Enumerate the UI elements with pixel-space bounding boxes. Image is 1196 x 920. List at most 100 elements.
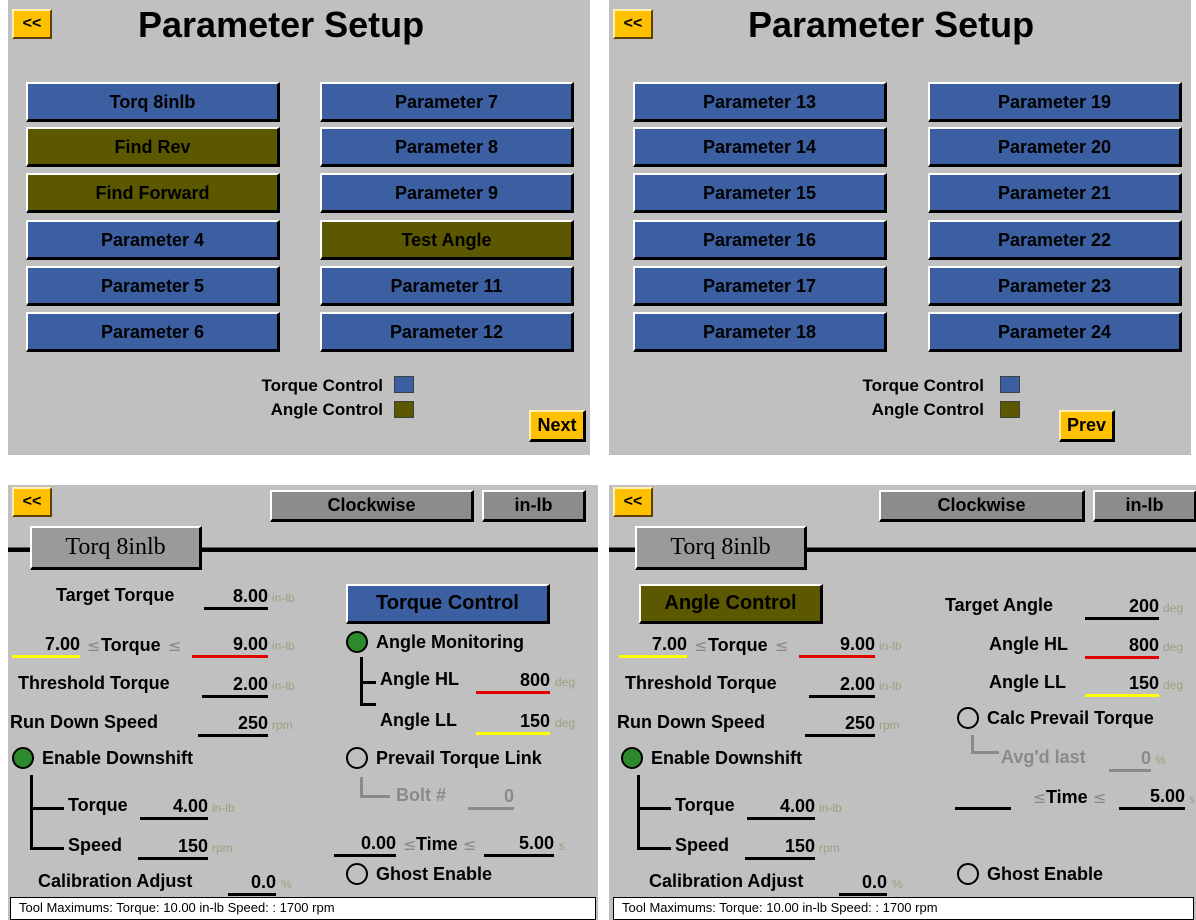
direction-button[interactable]: Clockwise	[270, 490, 474, 522]
next-button[interactable]: Next	[529, 410, 586, 442]
avg-last-value[interactable]: 0	[1109, 747, 1151, 772]
prev-button[interactable]: Prev	[1059, 410, 1115, 442]
downshift-torque-value[interactable]: 4.00	[747, 795, 815, 820]
calibration-adjust-value[interactable]: 0.0	[839, 871, 887, 896]
torque-high-value[interactable]: 9.00	[799, 633, 875, 658]
le-symbol: ≤	[694, 636, 708, 655]
enable-downshift-radio[interactable]	[621, 747, 643, 769]
parameter-button[interactable]: Parameter 9	[320, 173, 574, 213]
units-button[interactable]: in-lb	[482, 490, 586, 522]
calc-prevail-torque-radio[interactable]	[957, 707, 979, 729]
parameter-setup-page-2: << Parameter Setup Parameter 13 Parameter…	[609, 0, 1191, 455]
parameter-button[interactable]: Find Forward	[26, 173, 280, 213]
angle-monitoring-label: Angle Monitoring	[376, 632, 524, 652]
parameter-button[interactable]: Parameter 23	[928, 266, 1182, 306]
angle-ll-value[interactable]: 150	[476, 710, 550, 735]
legend-torque-label: Torque Control	[862, 376, 985, 395]
parameter-button[interactable]: Parameter 7	[320, 82, 574, 122]
time-high-value[interactable]: 5.00	[484, 832, 554, 857]
time-low-value[interactable]	[955, 785, 1011, 810]
tree-connector	[360, 795, 390, 798]
torque-high-unit: in-lb	[272, 639, 295, 653]
units-button[interactable]: in-lb	[1093, 490, 1196, 522]
time-high-unit: s	[559, 839, 565, 853]
downshift-torque-value[interactable]: 4.00	[140, 795, 208, 820]
parameter-button[interactable]: Parameter 4	[26, 220, 280, 260]
torque-range-label: Torque	[101, 635, 161, 655]
parameter-button[interactable]: Torq 8inlb	[26, 82, 280, 122]
time-high-value[interactable]: 5.00	[1119, 785, 1185, 810]
parameter-button[interactable]: Parameter 21	[928, 173, 1182, 213]
parameter-button[interactable]: Parameter 17	[633, 266, 887, 306]
downshift-speed-value[interactable]: 150	[138, 835, 208, 860]
rundown-speed-value[interactable]: 250	[198, 712, 268, 737]
parameter-button[interactable]: Find Rev	[26, 127, 280, 167]
section-title-tab[interactable]: Torq 8inlb	[30, 526, 202, 570]
parameter-button[interactable]: Parameter 19	[928, 82, 1182, 122]
parameter-button[interactable]: Parameter 15	[633, 173, 887, 213]
parameter-button[interactable]: Parameter 24	[928, 312, 1182, 352]
tree-connector	[637, 775, 640, 850]
control-mode-button[interactable]: Angle Control	[639, 584, 823, 624]
ghost-enable-radio[interactable]	[957, 863, 979, 885]
parameter-button[interactable]: Parameter 20	[928, 127, 1182, 167]
tree-connector	[30, 775, 33, 850]
parameter-button[interactable]: Test Angle	[320, 220, 574, 260]
direction-button[interactable]: Clockwise	[879, 490, 1085, 522]
parameter-button[interactable]: Parameter 8	[320, 127, 574, 167]
rundown-speed-value[interactable]: 250	[805, 712, 875, 737]
calibration-adjust-label: Calibration Adjust	[649, 871, 804, 891]
enable-downshift-radio[interactable]	[12, 747, 34, 769]
back-button[interactable]: <<	[613, 9, 653, 39]
calibration-adjust-value[interactable]: 0.0	[228, 871, 276, 896]
back-button[interactable]: <<	[12, 9, 52, 39]
torque-low-value[interactable]: 7.00	[12, 633, 80, 658]
downshift-torque-label: Torque	[675, 795, 735, 815]
prevail-torque-link-label: Prevail Torque Link	[376, 748, 542, 768]
le-symbol: ≤	[1093, 788, 1107, 807]
control-mode-button[interactable]: Torque Control	[346, 584, 550, 624]
angle-monitoring-radio[interactable]	[346, 631, 368, 653]
downshift-torque-label: Torque	[68, 795, 128, 815]
ghost-enable-label: Ghost Enable	[987, 864, 1104, 884]
parameter-button[interactable]: Parameter 5	[26, 266, 280, 306]
parameter-button[interactable]: Parameter 13	[633, 82, 887, 122]
angle-ll-value[interactable]: 150	[1085, 672, 1159, 697]
legend-angle-label: Angle Control	[270, 400, 383, 419]
parameter-button[interactable]: Parameter 6	[26, 312, 280, 352]
parameter-button[interactable]: Parameter 18	[633, 312, 887, 352]
tree-connector	[360, 681, 376, 684]
target-torque-value[interactable]: 8.00	[204, 585, 268, 610]
downshift-speed-label: Speed	[675, 835, 730, 855]
section-title-tab[interactable]: Torq 8inlb	[635, 526, 807, 570]
bolt-number-value[interactable]: 0	[468, 785, 514, 810]
rundown-speed-label: Run Down Speed	[617, 712, 765, 732]
page-title: Parameter Setup	[138, 4, 425, 45]
threshold-torque-value[interactable]: 2.00	[202, 673, 268, 698]
time-low-value[interactable]: 0.00	[334, 832, 396, 857]
downshift-torque-unit: in-lb	[819, 801, 842, 815]
angle-ll-label: Angle LL	[380, 710, 457, 730]
angle-hl-label: Angle HL	[380, 669, 459, 689]
downshift-speed-label: Speed	[68, 835, 123, 855]
angle-hl-value[interactable]: 800	[476, 669, 550, 694]
parameter-button[interactable]: Parameter 14	[633, 127, 887, 167]
threshold-torque-value[interactable]: 2.00	[809, 673, 875, 698]
downshift-speed-value[interactable]: 150	[745, 835, 815, 860]
back-button[interactable]: <<	[613, 487, 653, 517]
torque-high-value[interactable]: 9.00	[192, 633, 268, 658]
section-divider-right	[805, 547, 1196, 552]
prevail-torque-link-radio[interactable]	[346, 747, 368, 769]
threshold-torque-unit: in-lb	[272, 679, 295, 693]
target-angle-value[interactable]: 200	[1085, 595, 1159, 620]
parameter-button[interactable]: Parameter 16	[633, 220, 887, 260]
parameter-button[interactable]: Parameter 12	[320, 312, 574, 352]
parameter-button[interactable]: Parameter 22	[928, 220, 1182, 260]
parameter-button[interactable]: Parameter 11	[320, 266, 574, 306]
back-button[interactable]: <<	[12, 487, 52, 517]
angle-hl-value[interactable]: 800	[1085, 634, 1159, 659]
torque-low-value[interactable]: 7.00	[619, 633, 687, 658]
time-label: Time	[416, 834, 458, 854]
ghost-enable-radio[interactable]	[346, 863, 368, 885]
parameter-setup-page-1: << Parameter Setup Torq 8inlb Find Rev Fin…	[8, 0, 590, 455]
